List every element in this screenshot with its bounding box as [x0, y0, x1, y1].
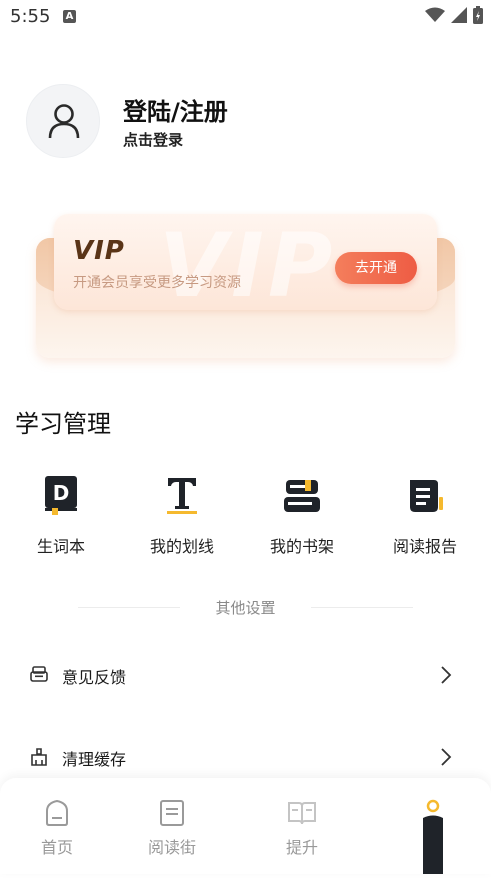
profile-login[interactable]: 登陆/注册 点击登录 — [26, 84, 466, 164]
tab-reading-street[interactable]: 阅读街 — [132, 798, 212, 858]
text-underline-icon — [167, 478, 197, 514]
tab-improve[interactable]: 提升 — [262, 798, 342, 858]
vocabulary-book-label: 生词本 — [36, 537, 85, 556]
reading-street-icon — [160, 800, 184, 826]
open-vip-button[interactable]: 去开通 — [335, 252, 417, 284]
tab-reading-street-label: 阅读街 — [147, 838, 196, 857]
study-management-title: 学习管理 — [15, 410, 111, 438]
vip-banner[interactable]: VIP VIP 开通会员享受更多学习资源 去开通 — [36, 214, 455, 360]
notification-icon: A — [63, 10, 76, 23]
signal-icon — [451, 7, 467, 23]
reading-report-item[interactable]: 阅读报告 — [370, 473, 480, 557]
svg-text:D: D — [53, 481, 70, 505]
clean-cache-label: 清理缓存 — [62, 750, 127, 769]
other-settings-divider: 其他设置 — [78, 597, 413, 617]
chevron-right-icon — [441, 748, 452, 766]
user-icon — [48, 104, 80, 139]
bookshelf-icon — [284, 480, 320, 512]
feedback-row[interactable]: 意见反馈 — [30, 655, 460, 695]
chevron-right-icon — [441, 666, 452, 684]
me-icon — [423, 799, 443, 874]
status-icons — [425, 6, 483, 24]
bottom-nav: 首页 阅读街 提升 — [0, 778, 491, 874]
click-login-text[interactable]: 点击登录 — [123, 129, 183, 150]
battery-icon — [473, 6, 483, 24]
my-underline-label: 我的划线 — [149, 537, 214, 556]
clean-cache-icon — [31, 748, 47, 766]
divider-line-right — [311, 607, 413, 608]
login-register-title[interactable]: 登陆/注册 — [123, 92, 228, 127]
reading-report-label: 阅读报告 — [392, 537, 457, 556]
status-time: 5:55 — [10, 6, 51, 27]
tab-home[interactable]: 首页 — [17, 798, 97, 858]
clean-cache-row[interactable]: 清理缓存 — [30, 737, 460, 777]
vocabulary-book-icon: D — [45, 476, 77, 515]
feedback-label: 意见反馈 — [62, 668, 127, 687]
wifi-icon — [425, 7, 445, 22]
tab-home-label: 首页 — [40, 838, 73, 857]
status-bar: 5:55 A — [0, 0, 491, 34]
reading-report-icon — [410, 480, 443, 512]
vip-watermark: VIP — [159, 214, 337, 310]
improve-book-icon — [288, 802, 316, 825]
vip-logo: VIP — [73, 236, 125, 266]
avatar[interactable] — [26, 84, 100, 158]
vip-description: 开通会员享受更多学习资源 — [73, 275, 241, 291]
my-underline-item[interactable]: 我的划线 — [127, 473, 237, 557]
tab-me[interactable] — [418, 798, 448, 874]
my-bookshelf-label: 我的书架 — [269, 537, 334, 556]
vocabulary-book-item[interactable]: D 生词本 — [6, 473, 116, 557]
my-bookshelf-item[interactable]: 我的书架 — [247, 473, 357, 557]
home-icon — [46, 799, 68, 826]
vip-card[interactable]: VIP VIP 开通会员享受更多学习资源 去开通 — [54, 214, 437, 310]
tab-improve-label: 提升 — [285, 838, 318, 857]
feedback-icon — [30, 666, 48, 682]
